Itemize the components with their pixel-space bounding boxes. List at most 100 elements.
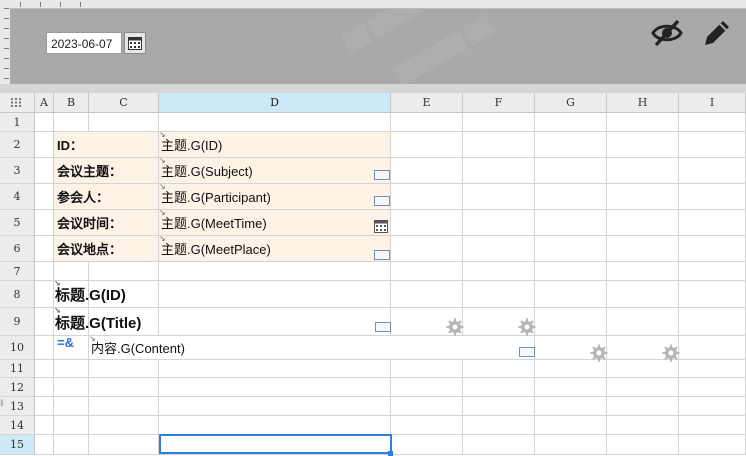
date-input[interactable]: 2023-06-07 [46,32,122,54]
sheet-cell[interactable] [35,262,54,281]
sheet-cell[interactable] [463,378,535,397]
sheet-cell[interactable] [607,210,679,236]
sheet-cell[interactable] [463,435,535,455]
row-header-6[interactable]: 6 [0,236,35,262]
title-id-cell[interactable]: ↘ 标题.G(ID) [54,279,159,308]
title-title-cell[interactable]: ↘ 标题.G(Title) [54,306,159,336]
sheet-cell[interactable] [607,262,679,281]
sheet-cell[interactable] [54,397,89,416]
sheet-cell[interactable] [679,435,746,455]
sheet-cell[interactable] [607,397,679,416]
sheet-cell[interactable] [679,113,746,132]
sheet-cell[interactable] [391,113,463,132]
sheet-cell[interactable] [159,416,391,435]
sheet-cell[interactable] [679,210,746,236]
sheet-cell[interactable] [607,184,679,210]
place-formula-cell[interactable]: ↘ 主题.G(MeetPlace) [159,234,391,262]
sheet-cell[interactable] [35,158,54,184]
sheet-cell[interactable] [679,262,746,281]
sheet-cell[interactable] [391,158,463,184]
sheet-cell[interactable] [535,236,607,262]
column-header-e[interactable]: E [391,93,463,112]
sheet-cell[interactable] [54,360,89,378]
sheet-cell[interactable] [89,378,159,397]
sheet-cell[interactable] [607,435,679,455]
sheet-cell[interactable] [679,360,746,378]
sheet-cell[interactable] [535,397,607,416]
sheet-cell[interactable] [607,416,679,435]
sheet-cell[interactable] [159,360,391,378]
row-header-12[interactable]: 12 [0,378,35,397]
sheet-cell[interactable] [391,236,463,262]
sheet-cell[interactable] [535,281,607,308]
sheet-cell[interactable] [89,435,159,455]
sheet-cell[interactable] [607,308,679,336]
column-header-h[interactable]: H [607,93,679,112]
content-formula-cell[interactable]: ↘ 内容.G(Content) [89,334,535,360]
sheet-cell[interactable] [607,360,679,378]
row-header-5[interactable]: 5 [0,210,35,236]
sheet-cell[interactable] [535,360,607,378]
sheet-cell[interactable] [535,184,607,210]
sheet-cell[interactable] [535,210,607,236]
sheet-cell[interactable] [679,397,746,416]
row-header-1[interactable]: 1 [0,113,35,132]
gear-icon[interactable] [662,344,680,362]
selected-cell[interactable] [159,434,392,454]
column-header-f[interactable]: F [463,93,535,112]
sheet-cell[interactable] [463,132,535,158]
sheet-cell[interactable] [463,416,535,435]
row-header-7[interactable]: 7 [0,262,35,281]
sheet-cell[interactable] [607,378,679,397]
sheet-cell[interactable] [535,435,607,455]
sheet-cell[interactable] [35,113,54,132]
sheet-cell[interactable] [391,435,463,455]
sheet-cell[interactable] [54,435,89,455]
sheet-cell[interactable] [607,113,679,132]
sheet-cell[interactable] [679,308,746,336]
sheet-cell[interactable] [535,262,607,281]
sheet-cell[interactable] [607,132,679,158]
participant-formula-cell[interactable]: ↘ 主题.G(Participant) [159,182,391,210]
column-header-g[interactable]: G [535,93,607,112]
sheet-cell[interactable] [35,416,54,435]
row-header-3[interactable]: 3 [0,158,35,184]
column-header-a[interactable]: A [35,93,54,112]
sheet-cell[interactable] [679,281,746,308]
row-header-9[interactable]: 9 [0,308,35,336]
sheet-cell[interactable] [535,416,607,435]
sheet-cell[interactable] [35,435,54,455]
sheet-cell[interactable] [35,360,54,378]
column-header-c[interactable]: C [89,93,159,112]
sheet-cell[interactable] [159,113,391,132]
sheet-cell[interactable] [89,262,159,281]
column-header-i[interactable]: I [679,93,746,112]
sheet-cell[interactable] [391,360,463,378]
sheet-cell[interactable] [35,236,54,262]
sheet-cell[interactable] [391,210,463,236]
row-header-2[interactable]: 2 [0,132,35,158]
calendar-button[interactable] [124,32,146,54]
sheet-cell[interactable] [463,113,535,132]
link-cell[interactable]: =& ... [54,336,89,360]
sheet-cell[interactable] [463,281,535,308]
sheet-cell[interactable] [35,281,54,308]
eye-off-icon[interactable] [650,16,684,50]
sheet-cell[interactable] [463,262,535,281]
gear-icon[interactable] [518,318,536,336]
sheet-cell[interactable] [463,236,535,262]
gear-icon[interactable] [590,344,608,362]
sheet-cell[interactable] [391,281,463,308]
sheet-cell[interactable] [89,397,159,416]
sheet-cell[interactable] [463,397,535,416]
row-header-8[interactable]: 8 [0,281,35,308]
sheet-cell[interactable] [35,378,54,397]
sheet-cell[interactable] [607,158,679,184]
sheet-cell[interactable] [679,184,746,210]
sheet-cell[interactable] [679,416,746,435]
sheet-cell[interactable] [535,113,607,132]
sheet-cell[interactable] [159,378,391,397]
row-header-10[interactable]: 10 [0,336,35,360]
sheet-cell[interactable] [391,262,463,281]
sheet-cell[interactable] [35,132,54,158]
